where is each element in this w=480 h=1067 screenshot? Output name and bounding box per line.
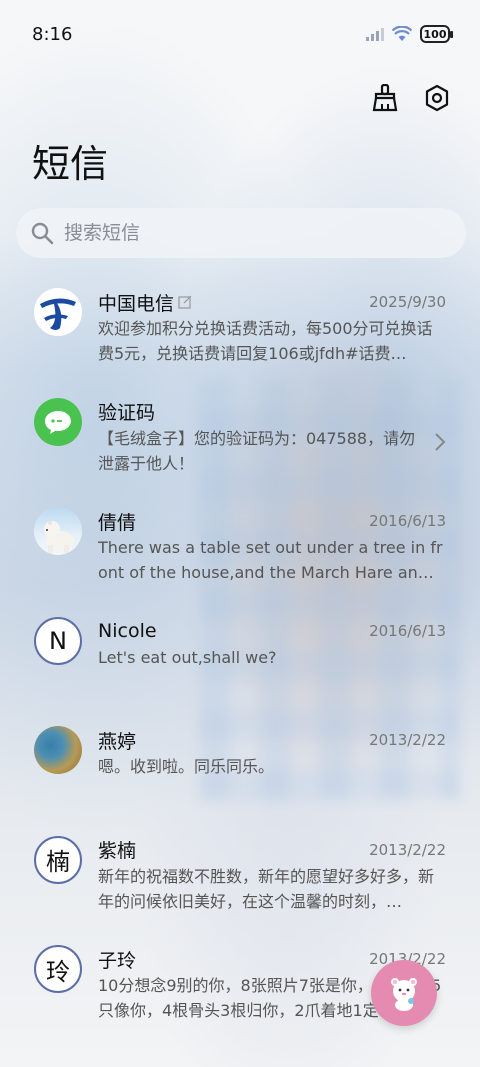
avatar: N	[34, 616, 82, 665]
message-preview: 欢迎参加积分兑换话费活动，每500分可兑换话费5元，兑换话费请回复106或jfd…	[98, 319, 433, 363]
page-title: 短信	[32, 142, 109, 186]
message-preview: Let's eat out,shall we?	[98, 647, 277, 667]
contact-name: 紫楠	[98, 840, 137, 862]
message-date: 2016/6/13	[369, 512, 446, 530]
edit-icon	[178, 295, 192, 309]
polar-bear-photo	[34, 507, 82, 555]
message-preview: 嗯。收到啦。同乐同乐。	[98, 757, 275, 776]
mascot-icon	[391, 978, 417, 1011]
chevron-right-icon[interactable]	[434, 432, 446, 452]
message-list: 中国电信 2025/9/30 欢迎参加积分兑换话费活动，每500分可兑换话费5元…	[0, 278, 480, 1045]
message-date: 2025/9/30	[369, 293, 446, 311]
wifi-icon	[392, 26, 412, 41]
search-bar[interactable]	[16, 208, 466, 258]
message-date: 2013/2/22	[369, 731, 446, 749]
contact-name: 验证码	[98, 402, 156, 424]
clean-brush-icon[interactable]	[370, 83, 400, 113]
status-bar: 8:16 100	[0, 0, 480, 68]
search-input[interactable]	[64, 222, 466, 244]
status-time: 8:16	[32, 23, 73, 45]
china-telecom-logo	[34, 288, 82, 336]
landscape-photo	[34, 726, 82, 774]
contact-name: Nicole	[98, 619, 157, 642]
list-item[interactable]: 中国电信 2025/9/30 欢迎参加积分兑换话费活动，每500分可兑换话费5元…	[0, 278, 480, 388]
message-date: 2016/6/13	[369, 621, 446, 640]
contact-name: 倩倩	[98, 511, 137, 534]
list-item[interactable]: 楠 紫楠 2013/2/22 新年的祝福数不胜数，新年的愿望好多好多，新年的问候…	[0, 826, 480, 936]
list-item[interactable]: 燕婷 2013/2/22 嗯。收到啦。同乐同乐。	[0, 716, 480, 826]
list-item[interactable]: 验证码 【毛绒盒子】您的验证码为：047588，请勿泄露于他人！	[0, 388, 480, 498]
contact-name: 燕婷	[98, 730, 137, 753]
avatar: 玲	[34, 945, 82, 993]
message-preview: 【毛绒盒子】您的验证码为：047588，请勿泄露于他人！	[98, 428, 416, 473]
signal-icon	[366, 28, 384, 41]
message-date: 2013/2/22	[369, 840, 446, 859]
search-icon	[31, 222, 54, 245]
message-preview: 新年的祝福数不胜数，新年的愿望好多好多，新年的问候依旧美好，在这个温馨的时刻，…	[98, 866, 435, 911]
list-item[interactable]: N Nicole 2016/6/13 Let's eat out,shall w…	[0, 607, 480, 717]
contact-name: 中国电信	[98, 292, 175, 315]
list-item[interactable]: 倩倩 2016/6/13 There was a table set out u…	[0, 497, 480, 607]
settings-gear-icon[interactable]	[422, 83, 452, 113]
message-preview: There was a table set out under a tree i…	[98, 538, 443, 582]
battery-icon: 100	[420, 25, 453, 43]
message-bubble-icon	[34, 397, 82, 446]
contact-name: 子玲	[98, 949, 137, 972]
compose-button[interactable]	[371, 960, 437, 1026]
avatar: 楠	[34, 835, 82, 884]
